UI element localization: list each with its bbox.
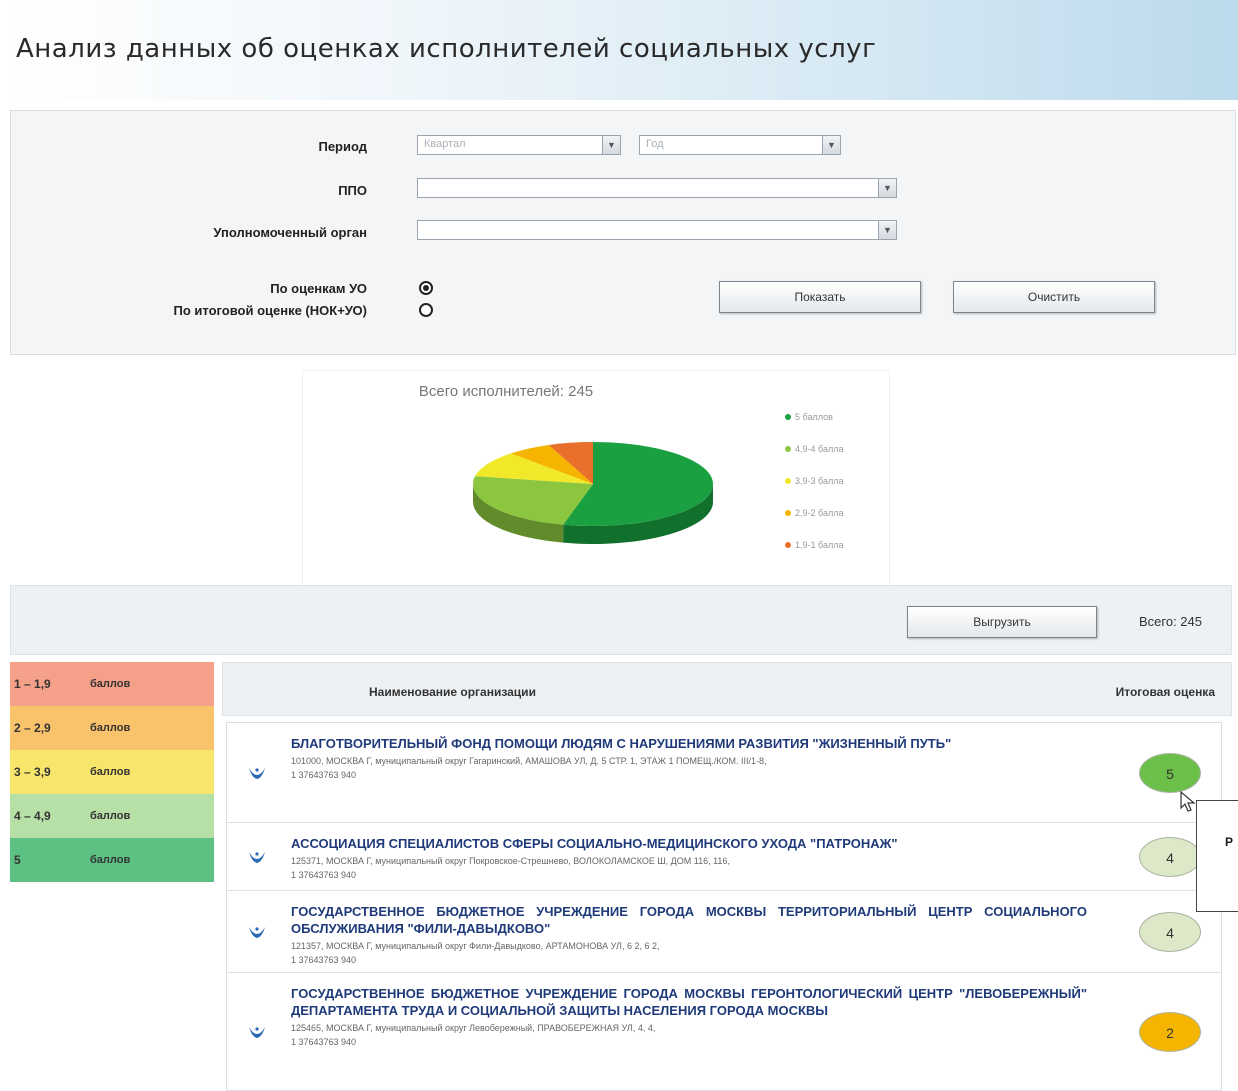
export-button[interactable]: Выгрузить	[907, 606, 1097, 638]
organization-code: 1 37643763 940	[291, 955, 357, 965]
organization-address: 125465, МОСКВА Г, муниципальный округ Ле…	[291, 1021, 1087, 1049]
score-legend-row: 4 – 4,9 баллов	[10, 794, 214, 838]
legend-label: 4,9-4 балла	[795, 444, 844, 454]
score-badge[interactable]: 2	[1139, 1012, 1201, 1052]
score-range: 5	[14, 853, 21, 867]
organization-name-text[interactable]: БЛАГОТВОРИТЕЛЬНЫЙ ФОНД ПОМОЩИ ЛЮДЯМ С НА…	[291, 736, 951, 751]
score-badge[interactable]: 4	[1139, 912, 1201, 952]
organization-name[interactable]: ГОСУДАРСТВЕННОЕ БЮДЖЕТНОЕ УЧРЕЖДЕНИЕ ГОР…	[291, 903, 1087, 967]
chevron-down-icon[interactable]: ▼	[602, 136, 620, 154]
ppo-label: ППО	[338, 183, 367, 198]
organization-code: 1 37643763 940	[291, 770, 357, 780]
organization-code: 1 37643763 940	[291, 1037, 357, 1047]
score-range: 1 – 1,9	[14, 677, 51, 691]
tooltip: Р	[1196, 800, 1238, 912]
score-unit: баллов	[90, 678, 131, 690]
organizations-table: БЛАГОТВОРИТЕЛЬНЫЙ ФОНД ПОМОЩИ ЛЮДЯМ С НА…	[226, 722, 1222, 1091]
legend-item: 5 баллов	[785, 401, 843, 433]
table-header: Наименование организации Итоговая оценка	[222, 662, 1232, 716]
organization-name-text[interactable]: ГОСУДАРСТВЕННОЕ БЮДЖЕТНОЕ УЧРЕЖДЕНИЕ ГОР…	[291, 904, 1087, 936]
address-line: 101000, МОСКВА Г, муниципальный округ Га…	[291, 756, 767, 766]
organization-name[interactable]: АССОЦИАЦИЯ СПЕЦИАЛИСТОВ СФЕРЫ СОЦИАЛЬНО-…	[291, 835, 1087, 882]
legend-marker	[785, 478, 791, 484]
organization-address: 121357, МОСКВА Г, муниципальный округ Фи…	[291, 939, 1087, 967]
score-unit: баллов	[90, 766, 131, 778]
show-button[interactable]: Показать	[719, 281, 921, 313]
legend-label: 2,9-2 балла	[795, 508, 844, 518]
organization-name[interactable]: БЛАГОТВОРИТЕЛЬНЫЙ ФОНД ПОМОЩИ ЛЮДЯМ С НА…	[291, 735, 1087, 782]
score-legend-row: 1 – 1,9 баллов	[10, 662, 214, 706]
table-row[interactable]: АССОЦИАЦИЯ СПЕЦИАЛИСТОВ СФЕРЫ СОЦИАЛЬНО-…	[227, 823, 1221, 891]
column-header-name[interactable]: Наименование организации	[369, 685, 536, 699]
tooltip-text: Р	[1225, 835, 1234, 849]
year-select-value: Год	[646, 138, 664, 150]
legend-item: 2,9-2 балла	[785, 497, 843, 529]
score-unit: баллов	[90, 854, 131, 866]
ppo-select[interactable]: ▼	[417, 178, 897, 198]
legend-marker	[785, 510, 791, 516]
year-select[interactable]: Год ▼	[639, 135, 841, 155]
page-header: Анализ данных об оценках исполнителей со…	[0, 0, 1238, 100]
pie-svg	[473, 442, 713, 544]
radio-uo[interactable]	[419, 281, 433, 295]
organization-address: 101000, МОСКВА Г, муниципальный округ Га…	[291, 754, 1087, 782]
organization-logo-icon	[249, 1027, 265, 1038]
column-header-score[interactable]: Итоговая оценка	[1116, 685, 1215, 699]
legend-item: 1,9-1 балла	[785, 529, 843, 561]
legend-label: 3,9-3 балла	[795, 476, 844, 486]
organization-name-text[interactable]: АССОЦИАЦИЯ СПЕЦИАЛИСТОВ СФЕРЫ СОЦИАЛЬНО-…	[291, 836, 898, 851]
score-legend: 1 – 1,9 баллов 2 – 2,9 баллов 3 – 3,9 баллов 4…	[10, 662, 214, 882]
score-legend-row: 2 – 2,9 баллов	[10, 706, 214, 750]
filter-panel: Период Квартал ▼ Год ▼ ППО ▼ Уполномочен…	[10, 110, 1236, 355]
score-badge[interactable]: 4	[1139, 837, 1201, 877]
total-count: Всего: 245	[1139, 614, 1203, 629]
authority-label: Уполномоченный орган	[213, 225, 367, 240]
results-toolbar: Выгрузить Всего: 245	[10, 585, 1232, 655]
chevron-down-icon[interactable]: ▼	[878, 179, 896, 197]
organization-logo-icon	[249, 927, 265, 938]
authority-select[interactable]: ▼	[417, 220, 897, 240]
legend-item: 4,9-4 балла	[785, 433, 843, 465]
organization-name-text[interactable]: ГОСУДАРСТВЕННОЕ БЮДЖЕТНОЕ УЧРЕЖДЕНИЕ ГОР…	[291, 986, 1087, 1018]
chevron-down-icon[interactable]: ▼	[822, 136, 840, 154]
radio-total-label: По итоговой оценке (НОК+УО)	[173, 303, 368, 318]
score-range: 4 – 4,9	[14, 809, 51, 823]
score-legend-row: 3 – 3,9 баллов	[10, 750, 214, 794]
table-row[interactable]: ГОСУДАРСТВЕННОЕ БЮДЖЕТНОЕ УЧРЕЖДЕНИЕ ГОР…	[227, 973, 1221, 1090]
legend-item: 3,9-3 балла	[785, 465, 843, 497]
chart-legend: 5 баллов 4,9-4 балла 3,9-3 балла 2,9-2 балл…	[785, 401, 843, 561]
clear-button[interactable]: Очистить	[953, 281, 1155, 313]
score-range: 3 – 3,9	[14, 765, 51, 779]
address-line: 125465, МОСКВА Г, муниципальный округ Ле…	[291, 1023, 656, 1033]
score-range: 2 – 2,9	[14, 721, 51, 735]
chevron-down-icon[interactable]: ▼	[878, 221, 896, 239]
organization-logo-icon	[249, 852, 265, 863]
radio-total[interactable]	[419, 303, 433, 317]
address-line: 125371, МОСКВА Г, муниципальный округ По…	[291, 856, 730, 866]
score-badge[interactable]: 5	[1139, 753, 1201, 793]
page-title: Анализ данных об оценках исполнителей со…	[16, 34, 877, 64]
radio-uo-label: По оценкам УО	[270, 281, 367, 296]
chart-title: Всего исполнителей: 245	[418, 383, 594, 400]
mouse-cursor-icon	[1180, 790, 1196, 812]
quarter-select[interactable]: Квартал ▼	[417, 135, 621, 155]
legend-marker	[785, 446, 791, 452]
legend-marker	[785, 542, 791, 548]
legend-marker	[785, 414, 791, 420]
pie-chart: Всего исполнителей: 245 5 баллов 4,9-4 ба…	[302, 370, 890, 586]
organization-name[interactable]: ГОСУДАРСТВЕННОЕ БЮДЖЕТНОЕ УЧРЕЖДЕНИЕ ГОР…	[291, 985, 1087, 1049]
table-row[interactable]: БЛАГОТВОРИТЕЛЬНЫЙ ФОНД ПОМОЩИ ЛЮДЯМ С НА…	[227, 723, 1221, 823]
organization-address: 125371, МОСКВА Г, муниципальный округ По…	[291, 854, 1087, 882]
organization-logo-icon	[249, 768, 265, 779]
legend-label: 1,9-1 балла	[795, 540, 844, 550]
score-legend-row: 5 баллов	[10, 838, 214, 882]
address-line: 121357, МОСКВА Г, муниципальный округ Фи…	[291, 941, 660, 951]
period-label: Период	[318, 139, 367, 154]
score-unit: баллов	[90, 722, 131, 734]
table-row[interactable]: ГОСУДАРСТВЕННОЕ БЮДЖЕТНОЕ УЧРЕЖДЕНИЕ ГОР…	[227, 891, 1221, 973]
score-unit: баллов	[90, 810, 131, 822]
quarter-select-value: Квартал	[424, 138, 466, 150]
organization-code: 1 37643763 940	[291, 870, 357, 880]
legend-label: 5 баллов	[795, 412, 833, 422]
